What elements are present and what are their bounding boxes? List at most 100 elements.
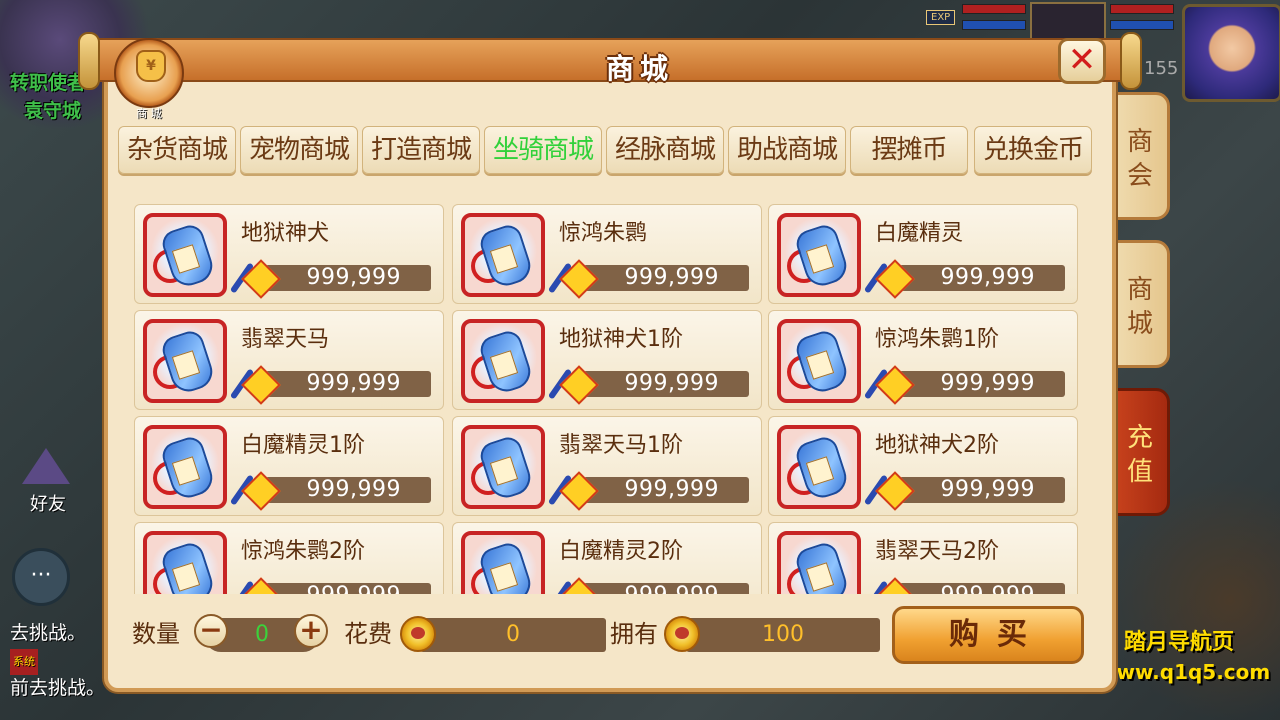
pet-bars	[1110, 4, 1174, 36]
tab-mount-store[interactable]: 坐骑商城	[484, 126, 602, 174]
friend-label: 好友	[30, 494, 66, 515]
item-price: 999,999	[940, 371, 1035, 396]
tab-guild[interactable]: 商 会	[1110, 92, 1170, 220]
price-bar: 999,999	[265, 583, 431, 594]
item-name: 惊鸿朱鹮2阶	[241, 539, 365, 564]
mount-bottle-icon	[461, 213, 545, 297]
item-price: 999,999	[307, 583, 401, 594]
item-name: 地狱神犬1阶	[559, 327, 683, 352]
item-card[interactable]: 白魔精灵1阶 999,999	[134, 416, 444, 516]
tab-guild-label: 商 会	[1113, 125, 1167, 193]
mount-bottle-icon	[777, 531, 861, 594]
tab-mall-text: 商 城	[1126, 275, 1153, 339]
mount-bottle-icon	[777, 319, 861, 403]
mount-token-icon	[229, 363, 281, 405]
item-card[interactable]: 惊鸿朱鹮2阶 999,999	[134, 522, 444, 594]
buy-button[interactable]: 购买	[892, 606, 1084, 664]
tab-recharge-label: 充 值	[1113, 421, 1167, 489]
price-bar: 999,999	[899, 583, 1065, 594]
item-price: 999,999	[941, 583, 1035, 594]
price-bar: 999,999	[265, 477, 431, 503]
item-card[interactable]: 翡翠天马2阶 999,999	[768, 522, 1078, 594]
item-price: 999,999	[940, 477, 1035, 502]
mount-token-icon	[863, 257, 915, 299]
item-card[interactable]: 地狱神犬 999,999	[134, 204, 444, 304]
item-price: 999,999	[624, 371, 719, 396]
mount-token-icon	[547, 469, 599, 511]
mount-bottle-icon	[143, 425, 227, 509]
item-name: 白魔精灵1阶	[241, 433, 365, 458]
money-bag-icon: ¥	[136, 50, 166, 82]
plus-button[interactable]: +	[294, 614, 328, 648]
tab-meridian-store[interactable]: 经脉商城	[606, 126, 724, 174]
item-card[interactable]: 翡翠天马1阶 999,999	[452, 416, 762, 516]
item-price: 999,999	[624, 477, 719, 502]
item-card[interactable]: 地狱神犬2阶 999,999	[768, 416, 1078, 516]
close-button[interactable]: ✕	[1058, 38, 1106, 84]
mount-bottle-icon	[777, 425, 861, 509]
price-bar: 999,999	[583, 371, 749, 397]
mount-bottle-icon	[461, 319, 545, 403]
item-name: 白魔精灵	[875, 221, 964, 246]
tab-mall[interactable]: 商 城	[1110, 240, 1170, 368]
quantity-value[interactable]: 0	[240, 618, 284, 652]
price-bar: 999,999	[899, 371, 1065, 397]
watermark-url: www.q1q5.com	[1098, 660, 1271, 684]
item-name: 翡翠天马	[241, 327, 330, 352]
price-bar: 999,999	[583, 583, 749, 594]
mount-bottle-icon	[143, 213, 227, 297]
friend-button[interactable]: 好友	[14, 448, 80, 515]
item-card[interactable]: 惊鸿朱鹮1阶 999,999	[768, 310, 1078, 410]
tab-general-store[interactable]: 杂货商城	[118, 126, 236, 174]
price-bar: 999,999	[583, 477, 749, 503]
mount-token-icon	[863, 469, 915, 511]
item-name: 白魔精灵2阶	[559, 539, 683, 564]
item-card[interactable]: 惊鸿朱鹮 999,999	[452, 204, 762, 304]
price-bar: 999,999	[583, 265, 749, 291]
item-price: 999,999	[306, 265, 401, 290]
item-name: 地狱神犬2阶	[875, 433, 999, 458]
item-card[interactable]: 地狱神犬1阶 999,999	[452, 310, 762, 410]
item-card[interactable]: 翡翠天马 999,999	[134, 310, 444, 410]
tab-pet-store[interactable]: 宠物商城	[240, 126, 358, 174]
watermark-title: 踏月导航页	[1124, 630, 1235, 655]
item-name: 地狱神犬	[241, 221, 330, 246]
chat-log: 去挑战。 系统 前去挑战。	[10, 620, 105, 701]
item-name: 惊鸿朱鹮	[559, 221, 648, 246]
price-bar: 999,999	[899, 477, 1065, 503]
tab-assist-store[interactable]: 助战商城	[728, 126, 846, 174]
shop-bag-icon: ¥ 商 城	[114, 38, 184, 120]
cost-label: 花费	[344, 620, 392, 648]
owned-value: 100	[686, 618, 880, 652]
minus-button[interactable]: −	[194, 614, 228, 648]
mount-token-icon	[547, 257, 599, 299]
chat-bubble-icon[interactable]: ···	[12, 548, 70, 606]
tab-forge-store[interactable]: 打造商城	[362, 126, 480, 174]
purchase-bar: 数量 − 0 + 花费 0 拥有 100 购买	[130, 604, 1090, 668]
tab-exchange-gold[interactable]: 兑换金币	[974, 126, 1092, 174]
item-card[interactable]: 白魔精灵2阶 999,999	[452, 522, 762, 594]
friend-hat-icon	[22, 448, 70, 484]
system-tag: 系统	[10, 649, 38, 675]
quantity-label: 数量	[132, 620, 180, 648]
mount-bottle-icon	[143, 531, 227, 594]
item-name: 惊鸿朱鹮1阶	[875, 327, 999, 352]
tab-stall-coin[interactable]: 摆摊币	[850, 126, 968, 174]
item-card[interactable]: 白魔精灵 999,999	[768, 204, 1078, 304]
mount-token-icon	[547, 363, 599, 405]
tab-mall-label: 商 城	[1113, 273, 1167, 341]
item-price: 999,999	[624, 265, 719, 290]
mount-token-icon	[229, 469, 281, 511]
player-bars	[962, 4, 1026, 36]
price-bar: 999,999	[265, 371, 431, 397]
tab-recharge[interactable]: 充 值	[1110, 388, 1170, 516]
mount-bottle-icon	[777, 213, 861, 297]
npc-title: 袁守城	[24, 100, 82, 122]
item-name: 翡翠天马1阶	[559, 433, 683, 458]
tab-recharge-text: 充 值	[1126, 423, 1153, 487]
mount-token-icon	[229, 257, 281, 299]
chat-line: 前去挑战。	[10, 677, 106, 699]
price-bar: 999,999	[899, 265, 1065, 291]
item-grid: 地狱神犬 999,999 惊鸿朱鹮 999,999 白魔精灵 999,999 翡…	[130, 200, 1082, 594]
exp-label: EXP	[926, 10, 956, 25]
